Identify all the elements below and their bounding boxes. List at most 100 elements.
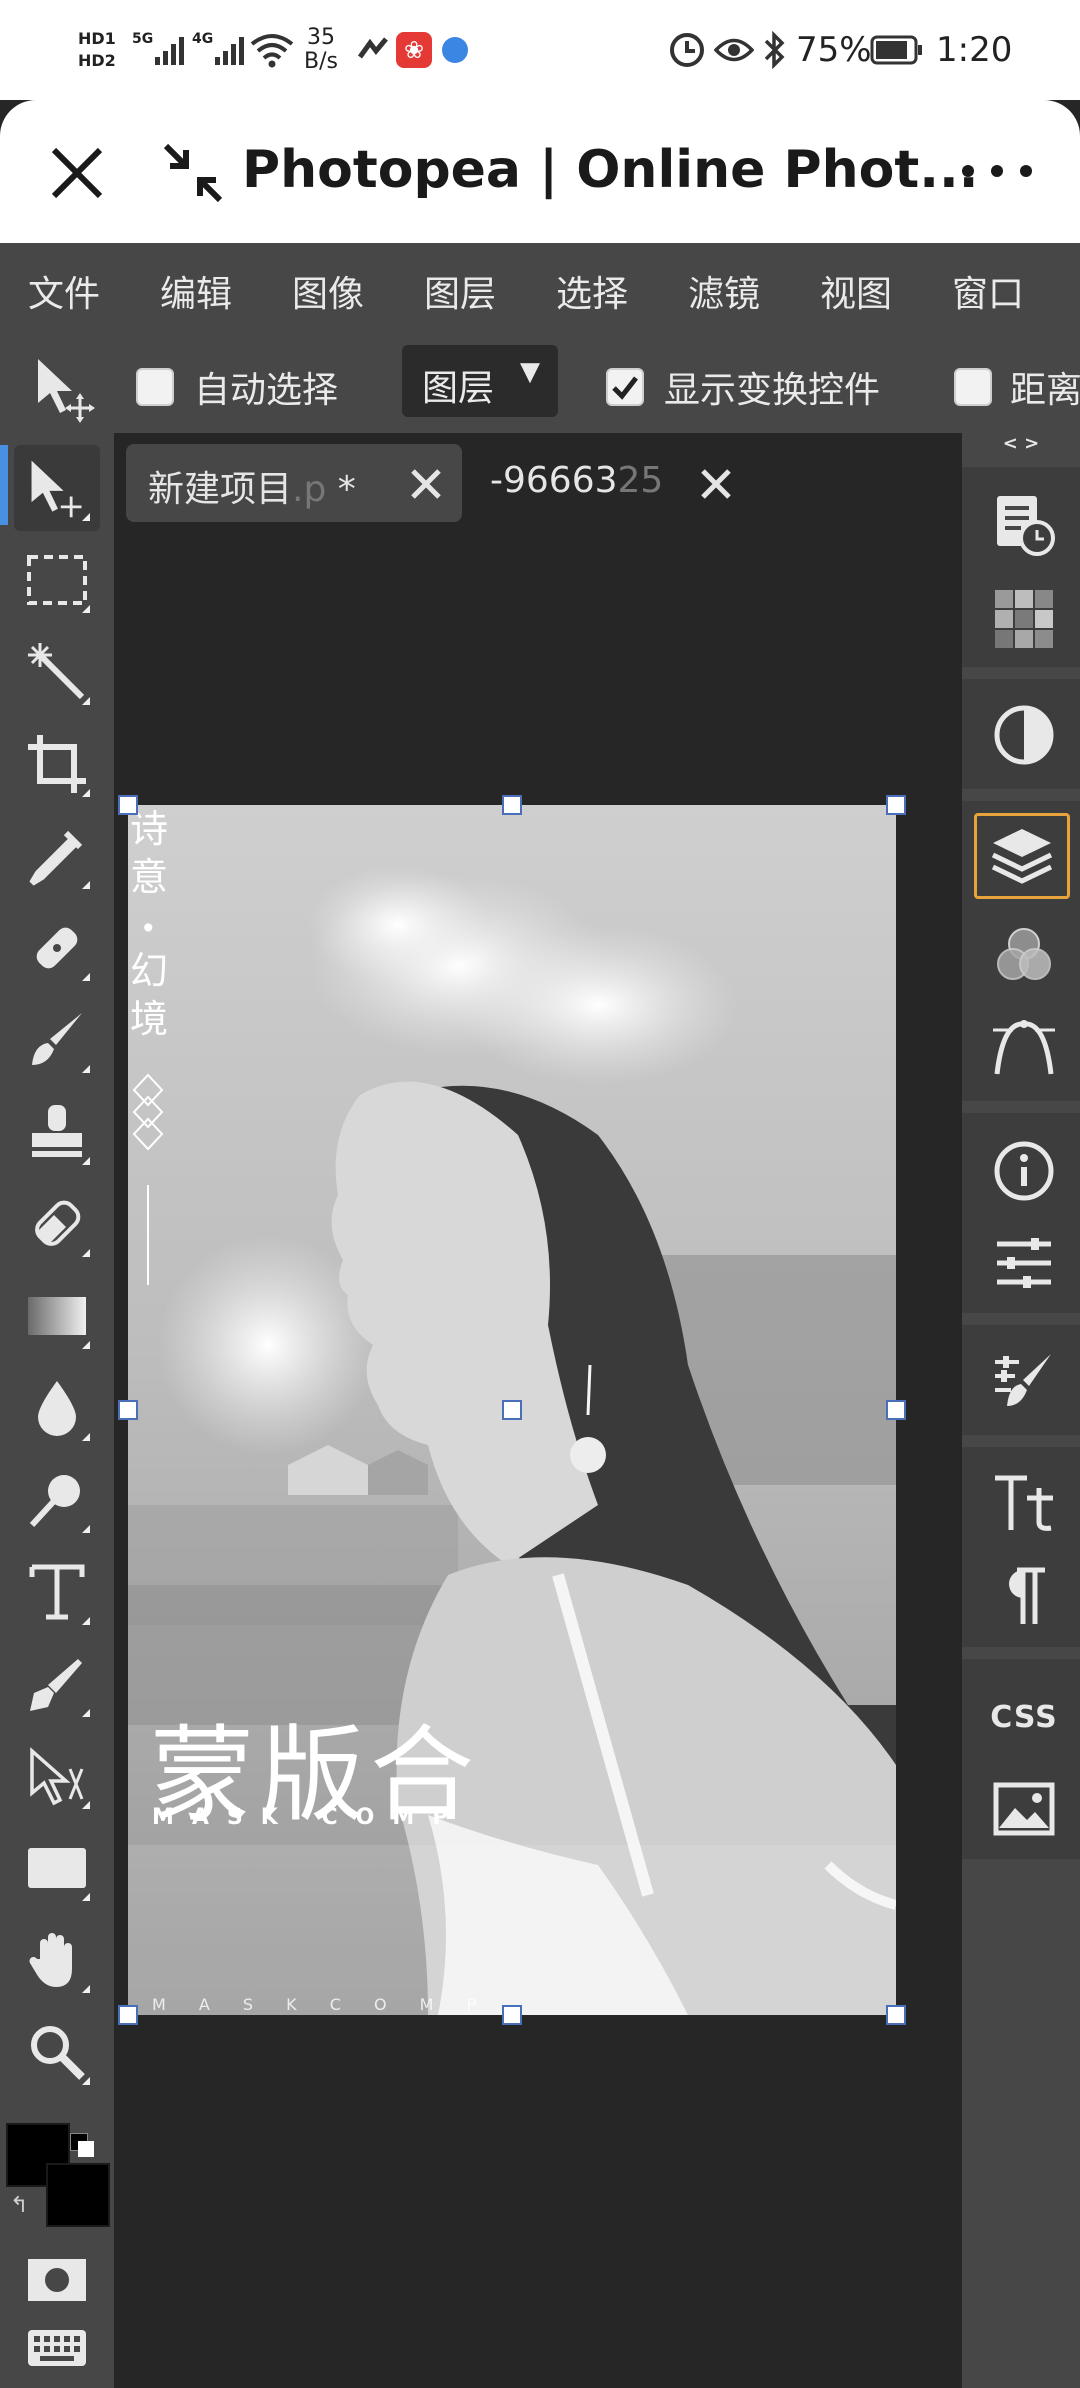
poster-vertical-text-2: 幻 境 <box>130 947 168 1043</box>
gradient-tool-icon[interactable] <box>14 1273 100 1359</box>
distance-label: 距离 <box>1010 370 1080 411</box>
quick-mask-icon[interactable] <box>14 2237 100 2323</box>
magic-wand-tool-icon[interactable] <box>14 629 100 715</box>
brush-tool-icon[interactable] <box>14 997 100 1083</box>
paragraph-icon[interactable] <box>982 1555 1066 1639</box>
options-bar: 自动选择 图层 ▼ 显示变换控件 距离 <box>0 341 1080 433</box>
speed-unit: B/s <box>304 49 338 74</box>
color-swatches[interactable]: ↰ <box>6 2123 110 2227</box>
speed-value: 35 <box>306 25 335 50</box>
left-toolbar: ↰ <box>0 433 114 2388</box>
signal-5g-icon: 5G <box>132 0 187 100</box>
panel-group-misc: CSS <box>962 1659 1080 1859</box>
document-tab-active[interactable]: 新建项目.p * <box>126 444 462 522</box>
crop-tool-icon[interactable] <box>14 721 100 807</box>
poster-char: 意 <box>130 855 169 899</box>
tab-name: 新建项目 <box>148 469 293 510</box>
stamp-tool-icon[interactable] <box>14 1089 100 1175</box>
close-tab-icon[interactable] <box>408 466 444 502</box>
layers-icon[interactable] <box>974 813 1070 899</box>
close-icon[interactable] <box>44 140 110 206</box>
paths-icon[interactable] <box>982 1007 1066 1091</box>
layer-dropdown-value: 图层 <box>422 368 495 409</box>
menu-file[interactable]: 文件 <box>28 265 100 317</box>
css-label: CSS <box>990 1699 1058 1735</box>
menu-edit[interactable]: 编辑 <box>160 265 232 317</box>
dodge-tool-icon[interactable] <box>14 1457 100 1543</box>
background-color-swatch[interactable] <box>46 2163 110 2227</box>
path-selection-tool-icon[interactable] <box>14 1733 100 1819</box>
brush-settings-icon[interactable] <box>982 1339 1066 1423</box>
poster-subtitle: MASK COMP <box>152 1805 467 1830</box>
close-tab-2-icon[interactable] <box>698 466 734 502</box>
battery-percent: 75% <box>796 30 872 70</box>
adjustments-icon[interactable] <box>982 693 1066 777</box>
layer-dropdown[interactable]: 图层 ▼ <box>402 345 558 417</box>
battery-icon <box>870 0 924 100</box>
marquee-tool-icon[interactable] <box>14 537 100 623</box>
dropdown-arrow-icon: ▼ <box>520 357 540 387</box>
blur-tool-icon[interactable] <box>14 1365 100 1451</box>
rectangle-tool-icon[interactable] <box>14 1825 100 1911</box>
show-transform-checkbox[interactable] <box>606 368 644 406</box>
tab2-label: -9666325 <box>490 460 663 501</box>
pen-tool-icon[interactable] <box>14 1641 100 1727</box>
distance-checkbox[interactable] <box>954 368 992 406</box>
poster-char: 幻 <box>130 949 169 993</box>
swatches-icon[interactable] <box>982 577 1066 661</box>
transform-handle-top-left[interactable] <box>118 795 138 815</box>
poster-bullet: • <box>140 912 157 945</box>
eyedropper-tool-icon[interactable] <box>14 813 100 899</box>
character-icon[interactable] <box>982 1461 1066 1545</box>
more-options-icon[interactable] <box>962 148 1032 194</box>
menu-select[interactable]: 选择 <box>556 265 628 317</box>
hand-tool-icon[interactable] <box>14 1917 100 2003</box>
tab-label: 新建项目.p * <box>148 460 356 512</box>
healing-brush-tool-icon[interactable] <box>14 905 100 991</box>
hd1-indicator: HD1 <box>78 29 116 48</box>
menu-window[interactable]: 窗口 <box>952 265 1024 317</box>
image-icon[interactable] <box>982 1767 1066 1851</box>
page-title: Photopea | Online Phot... <box>242 140 979 200</box>
transform-handle-left[interactable] <box>118 1400 138 1420</box>
panel-group-adjust <box>962 679 1080 789</box>
poster-char: 境 <box>130 997 169 1041</box>
info-icon[interactable] <box>982 1129 1066 1213</box>
right-panel: < > CSS <box>962 433 1080 2388</box>
transform-handle-top[interactable] <box>502 795 522 815</box>
menu-view[interactable]: 视图 <box>820 265 892 317</box>
auto-select-label: 自动选择 <box>194 370 339 411</box>
panel-group-info <box>962 1113 1080 1313</box>
channels-icon[interactable] <box>982 913 1066 997</box>
show-transform-label: 显示变换控件 <box>664 370 881 411</box>
transform-handle-bottom[interactable] <box>502 2005 522 2025</box>
transform-handle-bottom-right[interactable] <box>886 2005 906 2025</box>
tab2-faded: 25 <box>617 460 664 501</box>
sim-indicators: HD1 HD2 <box>78 0 116 100</box>
menu-image[interactable]: 图像 <box>292 265 364 317</box>
history-icon[interactable] <box>982 483 1066 567</box>
minimize-window-icon[interactable] <box>160 140 226 206</box>
panel-group-text <box>962 1447 1080 1647</box>
reset-colors-icon[interactable] <box>70 2133 94 2157</box>
move-tool-icon[interactable] <box>14 445 100 531</box>
auto-select-checkbox[interactable] <box>136 368 174 406</box>
hd2-indicator: HD2 <box>78 51 116 70</box>
keyboard-icon[interactable] <box>14 2313 100 2383</box>
swap-colors-icon[interactable]: ↰ <box>10 2193 28 2218</box>
transform-handle-center[interactable] <box>502 1400 522 1420</box>
menu-filter[interactable]: 滤镜 <box>688 265 760 317</box>
data-saver-icon <box>668 0 706 100</box>
app-notification-icon: ❀ <box>396 0 432 100</box>
panel-collapse-toggle[interactable]: < > <box>962 433 1080 463</box>
menu-layer[interactable]: 图层 <box>424 265 496 317</box>
type-tool-icon[interactable] <box>14 1549 100 1635</box>
eraser-tool-icon[interactable] <box>14 1181 100 1267</box>
zoom-tool-icon[interactable] <box>14 2009 100 2095</box>
transform-handle-right[interactable] <box>886 1400 906 1420</box>
transform-handle-bottom-left[interactable] <box>118 2005 138 2025</box>
signal-4g-icon: 4G <box>192 0 247 100</box>
transform-handle-top-right[interactable] <box>886 795 906 815</box>
properties-icon[interactable] <box>982 1221 1066 1305</box>
css-panel[interactable]: CSS <box>982 1675 1066 1759</box>
